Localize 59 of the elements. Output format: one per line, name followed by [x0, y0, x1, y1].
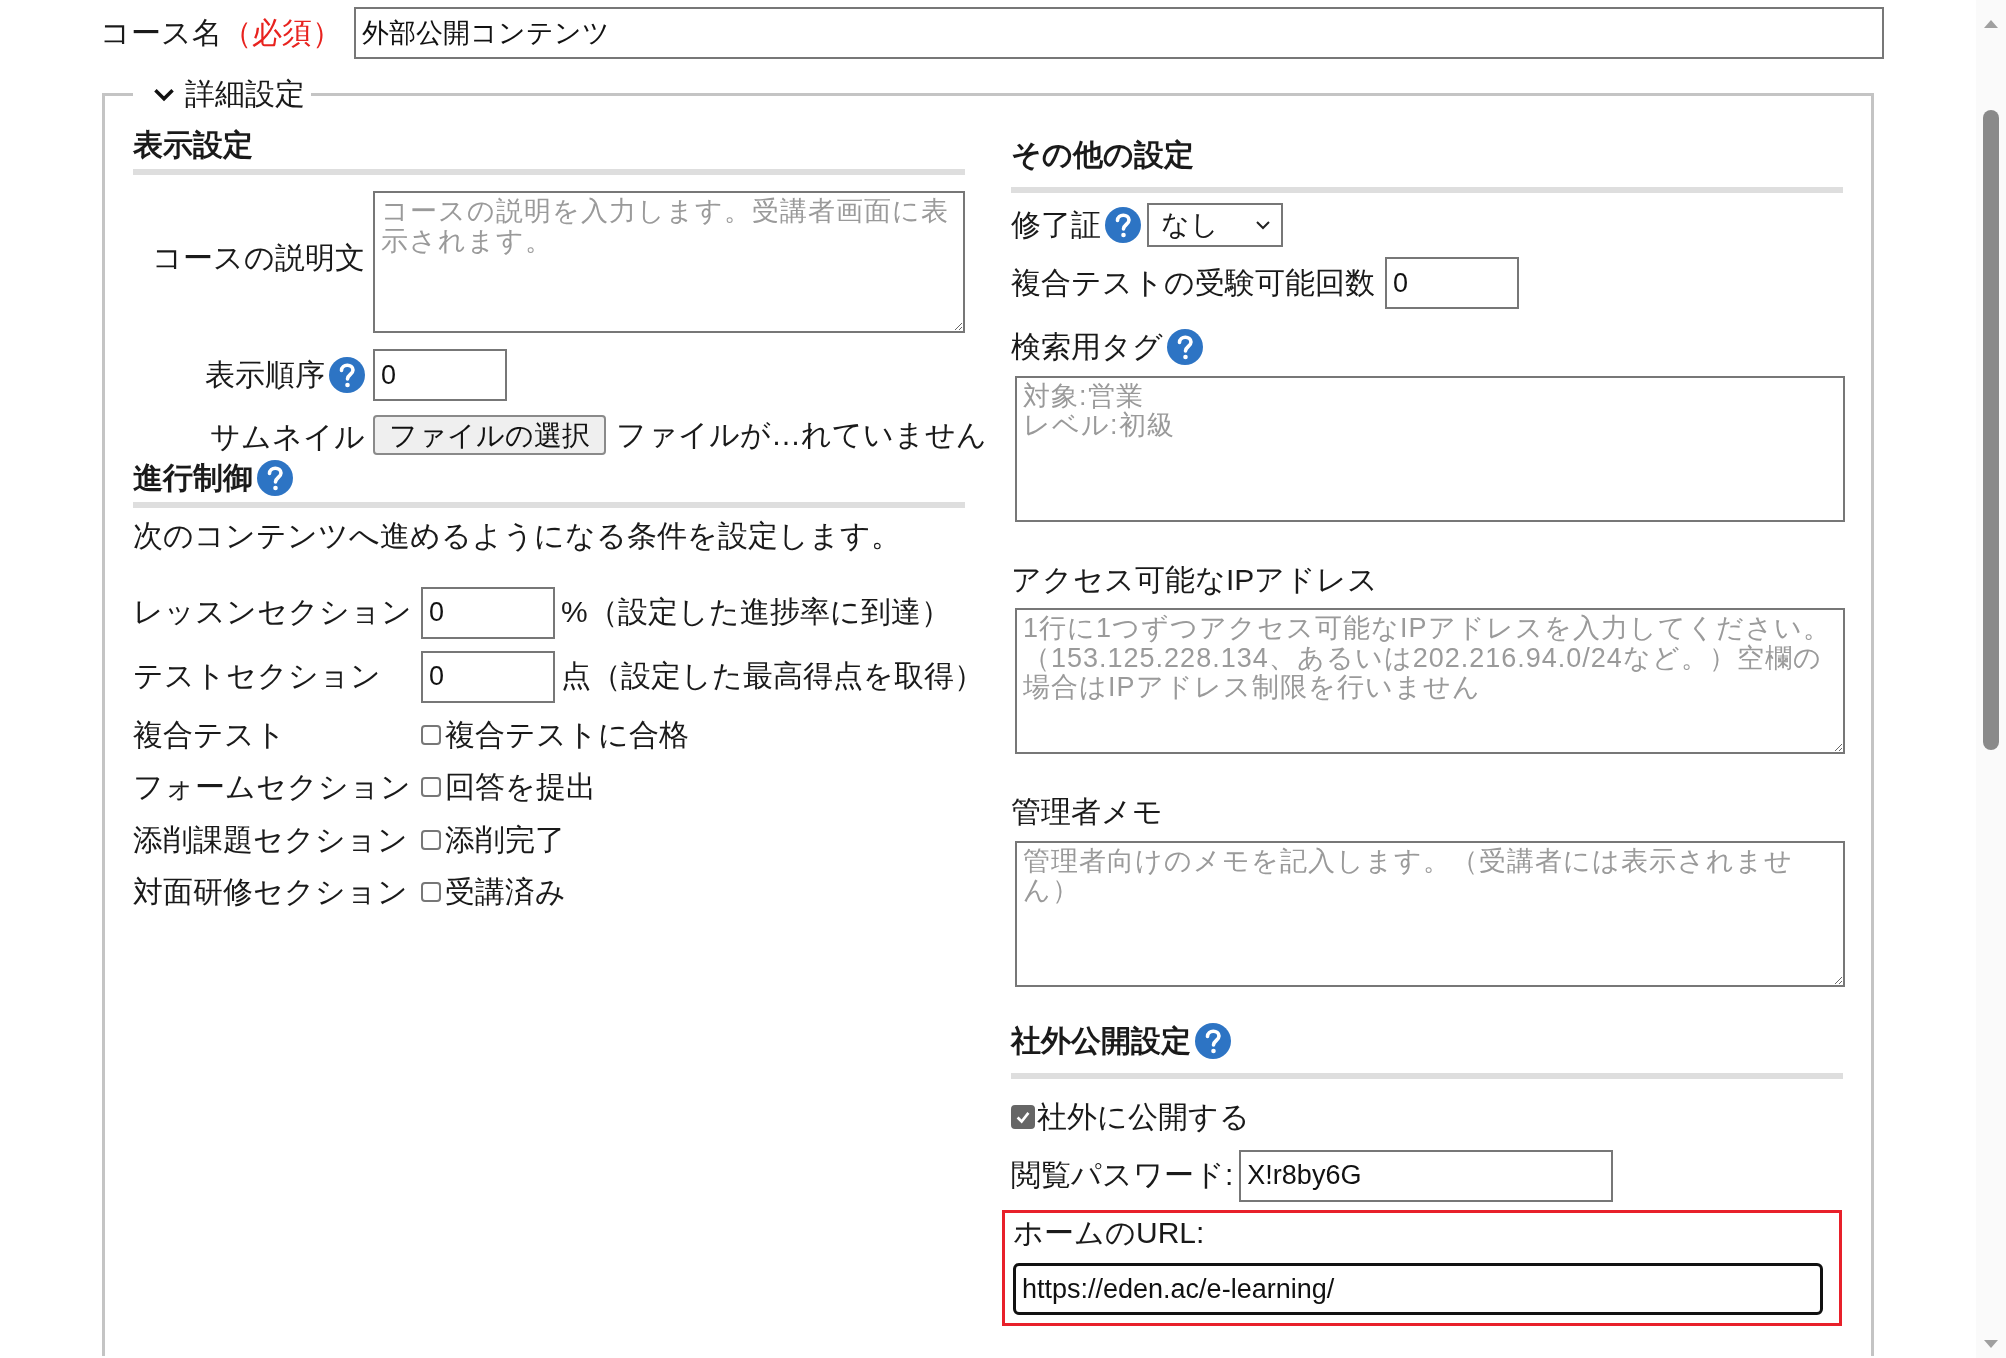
checkbox-label[interactable]: 社外に公開する — [1037, 1097, 1250, 1138]
checkbox[interactable] — [1011, 1105, 1035, 1130]
help-icon[interactable] — [257, 459, 293, 496]
help-icon[interactable] — [1195, 1022, 1231, 1059]
field-label: アクセス可能なIPアドレス — [1011, 561, 1379, 598]
scroll-down-icon[interactable] — [1984, 1340, 1998, 1348]
field-label: コース名 — [100, 14, 222, 51]
unit-note: 点（設定した最高得点を取得） — [561, 658, 984, 695]
checkbox[interactable] — [421, 882, 441, 903]
field-label: ホームのURL: — [1013, 1214, 1206, 1251]
unit-note: %（設定した進捗率に到達） — [561, 594, 951, 631]
help-icon[interactable] — [1105, 207, 1141, 243]
number-field[interactable]: 0 — [421, 586, 555, 639]
checkbox-label[interactable]: 受講済み — [445, 872, 566, 913]
field-label: フォームセクション — [133, 769, 411, 805]
details-toggle[interactable]: 詳細設定 — [133, 74, 311, 115]
chevron-down-icon — [1255, 220, 1271, 230]
scrollbar[interactable] — [1976, 0, 2006, 1358]
heading-text: その他の設定 — [1011, 136, 1194, 173]
heading-text: 表示設定 — [133, 126, 253, 163]
memo-field[interactable]: 管理者向けのメモを記入します。（受講者には表示されません） — [1015, 840, 1845, 987]
field-label: 添削課題セクション — [133, 821, 408, 858]
field-label: サムネイル — [210, 419, 365, 455]
scrollbar-thumb[interactable] — [1983, 110, 1999, 750]
certificate-dropdown[interactable]: なし — [1147, 203, 1283, 247]
url-field[interactable]: https://eden.ac/e-learning/ — [1013, 1263, 1823, 1315]
help-icon[interactable] — [329, 357, 365, 393]
display-order-field[interactable]: 0 — [373, 349, 507, 401]
choose-file-button[interactable]: ファイルの選択 — [373, 415, 606, 456]
intro-text: 次のコンテンツへ進めるようになる条件を設定します。 — [133, 518, 902, 554]
checkbox-label[interactable]: 回答を提出 — [445, 767, 596, 808]
course-name-field[interactable]: 外部公開コンテンツ — [354, 7, 1884, 59]
ip-address-field[interactable]: 1行に1つずつアクセス可能なIPアドレスを入力してください。（153.125.228.134、あるいは202.216.94.0/24など。）空欄の場合はIPアドレス制限を行いません — [1015, 608, 1845, 754]
field-label: レッスンセクション — [133, 594, 412, 631]
checkbox-label[interactable]: 添削完了 — [445, 819, 565, 860]
field-label: 複合テスト — [133, 716, 286, 753]
field-label: 管理者メモ — [1011, 794, 1163, 830]
number-field[interactable]: 0 — [421, 650, 555, 703]
checkbox[interactable] — [421, 777, 441, 798]
checkbox-label[interactable]: 複合テストに合格 — [445, 714, 689, 755]
description-field[interactable]: コースの説明を入力します。受講者画面に表示されます。 — [373, 191, 965, 333]
file-status: ファイルが…れていません — [616, 417, 987, 453]
field-label: 閲覧パスワード: — [1011, 1157, 1234, 1194]
checkbox[interactable] — [421, 724, 441, 745]
field-label: コースの説明文 — [152, 239, 365, 276]
field-label: 表示順序 — [205, 356, 325, 393]
password-field[interactable]: X!r8by6G — [1239, 1149, 1614, 1202]
scroll-up-icon[interactable] — [1984, 20, 1998, 28]
field-label: テストセクション — [133, 658, 381, 695]
field-label: 複合テストの受験可能回数 — [1011, 264, 1375, 301]
required-mark: （必須） — [222, 14, 342, 51]
heading-text: 社外公開設定 — [1011, 1022, 1191, 1059]
checkbox[interactable] — [421, 829, 441, 850]
field-label: 検索用タグ — [1011, 329, 1163, 365]
attempts-field[interactable]: 0 — [1385, 257, 1519, 309]
help-icon[interactable] — [1167, 329, 1203, 366]
heading-text: 進行制御 — [133, 459, 253, 496]
field-label: 修了証 — [1011, 206, 1101, 243]
field-label: 対面研修セクション — [133, 874, 408, 910]
